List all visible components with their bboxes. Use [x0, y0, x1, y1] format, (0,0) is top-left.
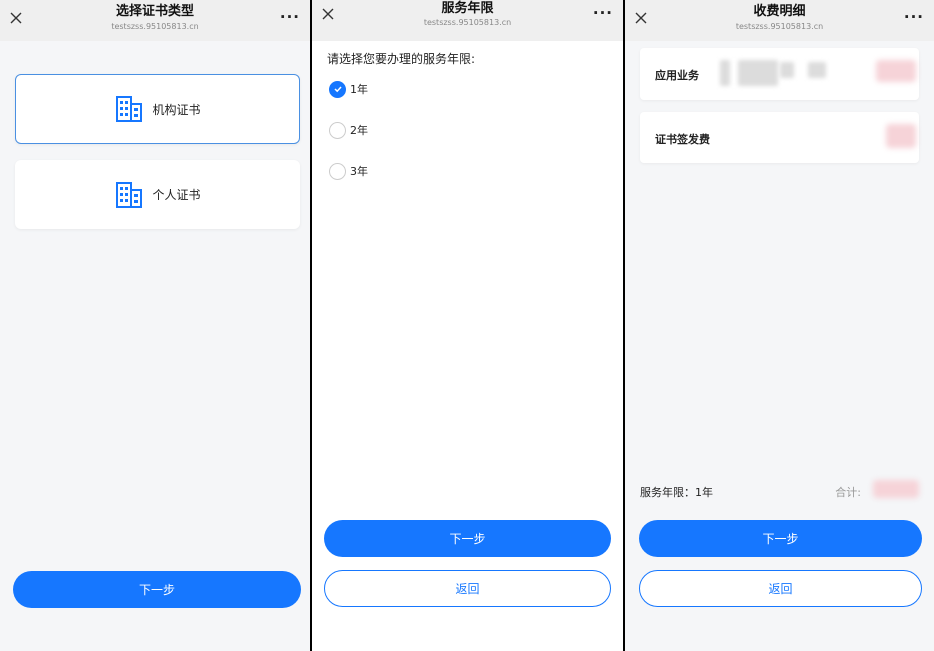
back-button[interactable]: 返回: [639, 570, 922, 607]
more-icon[interactable]: ···: [593, 5, 613, 21]
page-title: 服务年限: [441, 1, 494, 16]
redacted-content: [808, 62, 826, 78]
fee-item-certificate: 证书签发费: [640, 112, 919, 163]
question-label: 请选择您要办理的服务年限:: [327, 52, 476, 66]
next-button[interactable]: 下一步: [639, 520, 922, 557]
title-bar: 收费明细 testszss.95105813.cn ···: [625, 0, 934, 41]
redacted-price: [876, 60, 916, 82]
page-title: 收费明细: [753, 4, 806, 19]
radio-checked-icon[interactable]: [329, 80, 346, 98]
fee-item-label: 证书签发费: [655, 133, 710, 146]
title-bar: 选择证书类型 testszss.95105813.cn ···: [0, 0, 310, 41]
year-option-2[interactable]: 2年: [329, 120, 368, 140]
radio-unchecked-icon[interactable]: [329, 162, 346, 180]
more-icon[interactable]: ···: [280, 9, 300, 25]
building-icon: [116, 96, 143, 122]
year-option-1[interactable]: 1年: [329, 79, 368, 99]
redacted-content: [738, 60, 778, 86]
fee-item-application: 应用业务: [640, 48, 919, 100]
total-label: 合计:: [835, 486, 861, 499]
page-title: 选择证书类型: [115, 4, 194, 19]
service-years-text: 服务年限：1年: [640, 486, 713, 499]
option-label: 3年: [350, 165, 368, 178]
redacted-total: [873, 480, 919, 498]
year-option-3[interactable]: 3年: [329, 161, 368, 181]
option-org-certificate[interactable]: 机构证书: [15, 74, 300, 144]
fee-summary: 服务年限：1年 合计:: [640, 480, 919, 500]
redacted-content: [780, 62, 794, 78]
screen-certificate-type: 选择证书类型 testszss.95105813.cn ··· 机构证书 个人证…: [0, 0, 310, 651]
page-url: testszss.95105813.cn: [111, 22, 199, 31]
option-label: 1年: [350, 83, 368, 96]
option-label: 个人证书: [152, 188, 201, 202]
redacted-content: [720, 60, 730, 86]
next-button[interactable]: 下一步: [324, 520, 611, 557]
option-label: 2年: [350, 124, 368, 137]
title-bar: 服务年限 testszss.95105813.cn ···: [312, 0, 623, 41]
fee-item-label: 应用业务: [655, 69, 699, 82]
screen-service-years: 服务年限 testszss.95105813.cn ··· 请选择您要办理的服务…: [312, 0, 623, 651]
page-url: testszss.95105813.cn: [423, 18, 512, 27]
option-personal-certificate[interactable]: 个人证书: [15, 160, 300, 229]
next-button[interactable]: 下一步: [13, 571, 301, 608]
building-icon: [116, 181, 143, 208]
redacted-price: [886, 124, 916, 148]
page-url: testszss.95105813.cn: [735, 22, 824, 31]
back-button[interactable]: 返回: [324, 570, 611, 607]
more-icon[interactable]: ···: [904, 9, 924, 25]
screen-fee-details: 收费明细 testszss.95105813.cn ··· 应用业务 证书签发费…: [625, 0, 934, 651]
option-label: 机构证书: [152, 102, 201, 117]
radio-unchecked-icon[interactable]: [329, 121, 346, 139]
